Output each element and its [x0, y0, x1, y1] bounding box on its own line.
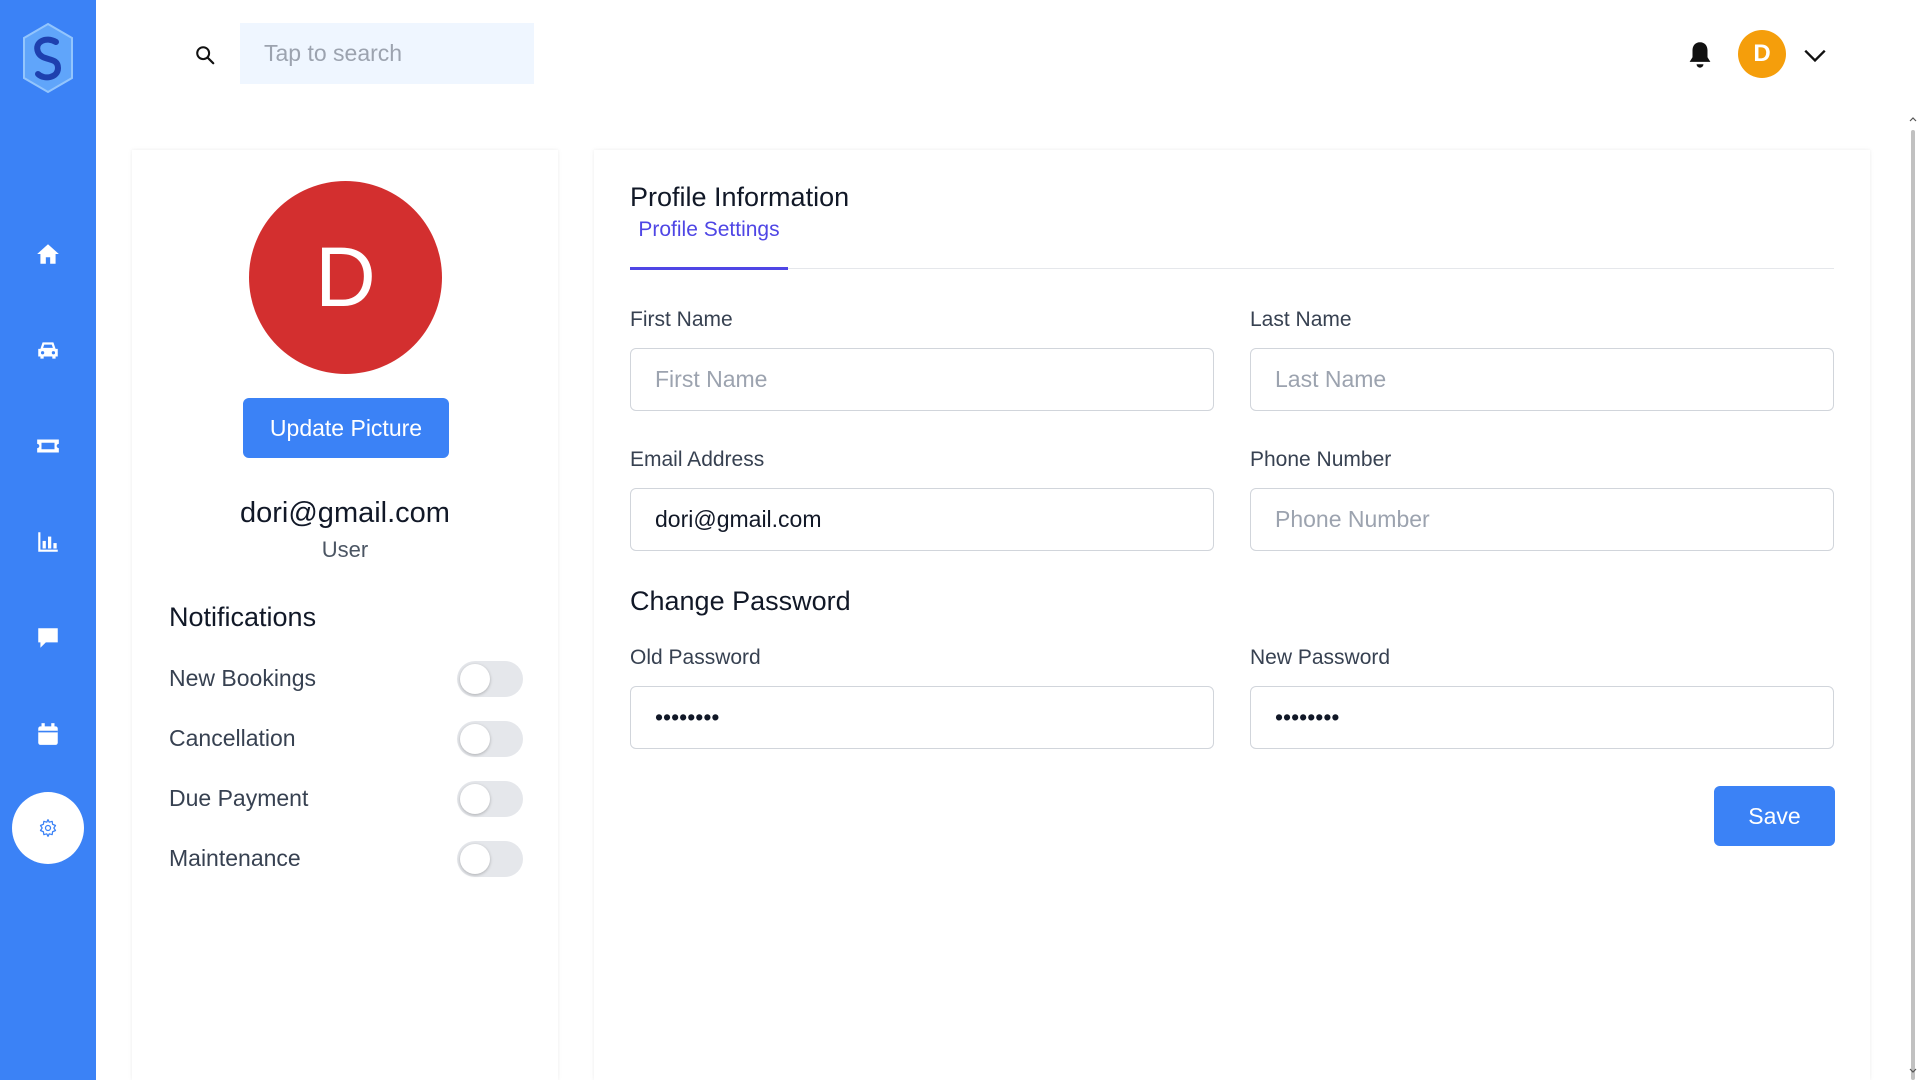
search-input[interactable]: [240, 23, 534, 84]
due-payment-toggle[interactable]: [457, 781, 523, 817]
car-icon: [38, 342, 58, 359]
scrollbar-thumb[interactable]: [1911, 130, 1915, 1080]
page-scrollbar[interactable]: [1906, 108, 1920, 1080]
bar-chart-icon: [38, 532, 58, 552]
top-bar: D: [96, 0, 1920, 108]
new-password-label: New Password: [1250, 646, 1391, 669]
first-name-label: First Name: [630, 308, 733, 331]
tabs-divider: [630, 268, 1834, 269]
nav-tickets[interactable]: [12, 410, 84, 482]
gear-icon: [39, 819, 57, 837]
nav-settings[interactable]: [12, 792, 84, 864]
first-name-field[interactable]: [630, 348, 1214, 411]
change-password-title: Change Password: [630, 586, 851, 616]
old-password-label: Old Password: [630, 646, 761, 669]
toggle-knob: [460, 724, 490, 754]
user-avatar[interactable]: D: [1738, 30, 1786, 78]
scroll-down-arrow-icon[interactable]: [1908, 1066, 1918, 1076]
email-field[interactable]: [630, 488, 1214, 551]
notification-row-new-bookings: New Bookings: [169, 661, 523, 697]
cancellation-toggle[interactable]: [457, 721, 523, 757]
profile-information-title: Profile Information: [630, 182, 850, 212]
bell-icon[interactable]: [1686, 40, 1714, 70]
calendar-icon: [38, 723, 58, 745]
profile-card: D Update Picture dori@gmail.com User Not…: [132, 150, 558, 1080]
notifications-title: Notifications: [169, 602, 317, 632]
scroll-up-arrow-icon[interactable]: [1908, 114, 1918, 124]
profile-form-card: Profile Information Profile Settings Fir…: [594, 150, 1870, 1080]
phone-number-label: Phone Number: [1250, 448, 1392, 471]
last-name-field[interactable]: [1250, 348, 1834, 411]
nav-calendar[interactable]: [12, 698, 84, 770]
notification-label: Cancellation: [169, 725, 296, 751]
phone-number-field[interactable]: [1250, 488, 1834, 551]
notification-row-due-payment: Due Payment: [169, 781, 523, 817]
new-password-field[interactable]: [1250, 686, 1834, 749]
notification-label: Maintenance: [169, 845, 301, 871]
nav-vehicles[interactable]: [12, 314, 84, 386]
old-password-field[interactable]: [630, 686, 1214, 749]
app-logo[interactable]: [20, 22, 76, 94]
profile-avatar: D: [249, 181, 442, 374]
nav-home[interactable]: [12, 218, 84, 290]
last-name-label: Last Name: [1250, 308, 1352, 331]
notification-label: Due Payment: [169, 785, 309, 811]
ticket-icon: [37, 439, 59, 453]
search-icon[interactable]: [194, 44, 216, 66]
chat-icon: [38, 628, 58, 648]
chevron-down-icon[interactable]: [1802, 42, 1828, 68]
maintenance-toggle[interactable]: [457, 841, 523, 877]
toggle-knob: [460, 664, 490, 694]
tab-profile-settings[interactable]: Profile Settings: [630, 218, 788, 260]
save-button[interactable]: Save: [1714, 786, 1835, 846]
toggle-knob: [460, 844, 490, 874]
update-picture-button[interactable]: Update Picture: [243, 398, 449, 458]
notification-row-cancellation: Cancellation: [169, 721, 523, 757]
profile-email: dori@gmail.com: [240, 497, 450, 529]
new-bookings-toggle[interactable]: [457, 661, 523, 697]
notification-row-maintenance: Maintenance: [169, 841, 523, 877]
active-tab-indicator: [630, 267, 788, 270]
nav-messages[interactable]: [12, 602, 84, 674]
notification-label: New Bookings: [169, 665, 317, 691]
profile-role: User: [321, 537, 369, 562]
nav-reports[interactable]: [12, 506, 84, 578]
toggle-knob: [460, 784, 490, 814]
home-icon: [37, 244, 59, 264]
email-address-label: Email Address: [630, 448, 765, 471]
sidebar: [0, 0, 96, 1080]
